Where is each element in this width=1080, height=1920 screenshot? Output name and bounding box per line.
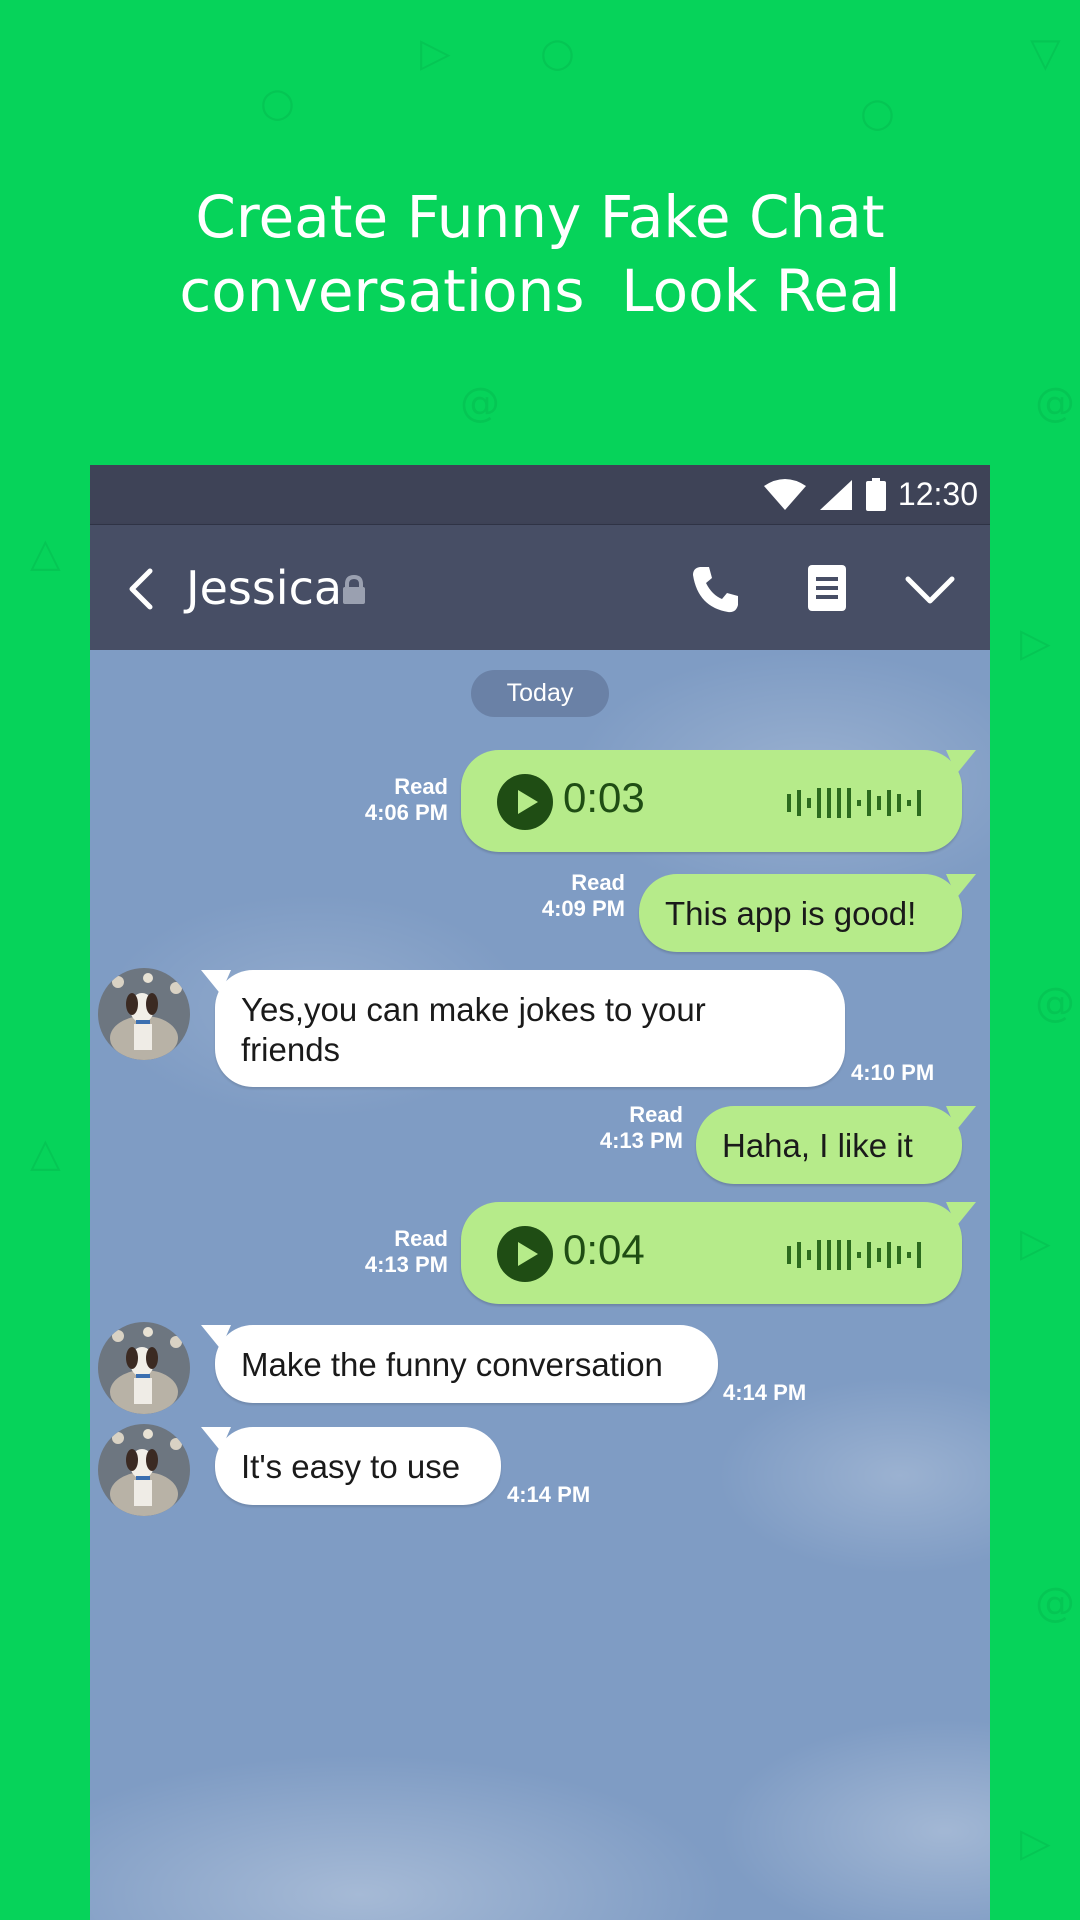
decor-triangle: ▽ [1030,30,1061,76]
incoming-message-bubble[interactable]: It's easy to use [201,1427,501,1505]
promo-line-1: Create Funny Fake Chat [195,183,885,251]
message-time: 4:14 PM [507,1482,591,1507]
message-text: Haha, I like it [722,1127,913,1164]
promo-headline: Create Funny Fake Chat conversations Loo… [0,180,1080,328]
message-text: It's easy to use [241,1448,461,1485]
wifi-icon [763,478,806,510]
message-meta: Read 4:09 PM [542,870,625,922]
voice-duration: 0:04 [563,1226,645,1273]
message-time: 4:06 PM [364,800,448,825]
chat-area[interactable]: Today Read 4:06 PM 0:03 Read 4:09 PM Thi… [90,650,990,1920]
signal-icon [819,479,852,510]
decor-triangle: △ [30,530,61,576]
avatar-dog-image [98,968,190,1060]
decor-spiral: @ [1035,1580,1075,1626]
bubble-tail [201,970,231,994]
message-text: Make the funny conversation [241,1346,663,1383]
bubble-tail [946,1202,976,1226]
incoming-message-bubble[interactable]: Yes,you can make jokes to your friends [201,970,845,1087]
decor-triangle: ▷ [420,30,451,76]
date-divider: Today [471,670,609,717]
phone-screen: 12:30 Jessica Today Read 4:06 PM 0:03 Re… [90,465,990,1920]
avatar-dog-image [98,1424,190,1516]
decor-triangle: ▷ [1020,1820,1051,1866]
read-status: Read [394,774,448,799]
bubble-tail [946,874,976,898]
avatar-dog-image [98,1322,190,1414]
bubble-tail [946,1106,976,1130]
play-icon[interactable] [497,774,553,830]
avatar[interactable] [98,968,190,1060]
message-text-line-1: Yes,you can make jokes to your [241,991,706,1028]
chevron-down-icon[interactable] [904,575,956,605]
back-arrow-icon[interactable] [122,565,162,613]
decor-triangle: ▷ [1020,620,1051,666]
phone-icon[interactable] [690,563,742,615]
message-time: 4:14 PM [723,1380,807,1405]
message-time: 4:13 PM [364,1252,448,1277]
status-time: 12:30 [897,476,978,512]
message-text-line-2: friends [241,1031,341,1068]
lock-icon [343,575,365,604]
message-meta: Read 4:13 PM [600,1102,683,1154]
chat-header: Jessica [90,524,990,650]
message-text: This app is good! [665,895,917,932]
decor-circle: ○ [860,90,895,136]
decor-spiral: @ [1035,380,1075,426]
voice-duration: 0:03 [563,774,645,821]
battery-icon [865,477,886,511]
outgoing-message-bubble[interactable]: This app is good! [639,874,976,952]
voice-message-bubble[interactable]: 0:04 [461,1202,976,1304]
message-time: 4:13 PM [599,1128,683,1153]
memo-icon[interactable] [806,563,848,613]
bubble-tail [201,1325,231,1349]
waveform-icon [787,788,921,818]
read-status: Read [571,870,625,895]
message-meta: Read 4:13 PM [365,1226,448,1278]
voice-message-bubble[interactable]: 0:03 [461,750,976,852]
status-bar: 12:30 [90,465,990,524]
decor-triangle: ▷ [1020,1220,1051,1266]
avatar[interactable] [98,1322,190,1414]
bubble-tail [201,1427,231,1451]
incoming-message-bubble[interactable]: Make the funny conversation [201,1325,718,1403]
outgoing-message-bubble[interactable]: Haha, I like it [696,1106,976,1184]
read-status: Read [394,1226,448,1251]
contact-name[interactable]: Jessica [186,561,342,615]
decor-spiral: @ [460,380,500,426]
message-time: 4:09 PM [541,896,625,921]
decor-circle: ○ [540,30,575,76]
decor-spiral: @ [1035,980,1075,1026]
read-status: Read [629,1102,683,1127]
waveform-icon [787,1240,921,1270]
decor-circle: ○ [260,80,295,126]
play-icon[interactable] [497,1226,553,1282]
bubble-tail [946,750,976,774]
avatar[interactable] [98,1424,190,1516]
promo-line-2: conversations Look Real [179,257,901,325]
message-meta: Read 4:06 PM [365,774,448,826]
decor-triangle: △ [30,1130,61,1176]
message-time: 4:10 PM [851,1060,935,1085]
